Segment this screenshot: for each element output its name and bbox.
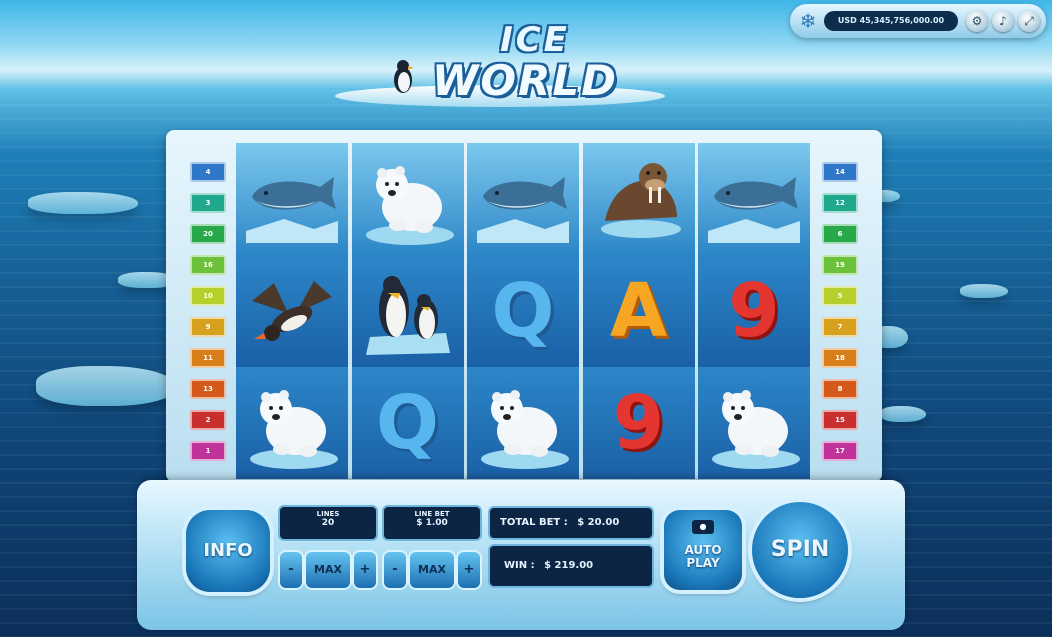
left-payline-tab[interactable]: 20 — [190, 224, 226, 244]
symbol-penguins — [351, 255, 464, 367]
symbol-a: A — [582, 255, 695, 367]
left-payline-tab[interactable]: 1 — [190, 441, 226, 461]
symbol-q: Q — [351, 367, 464, 479]
right-payline-tab[interactable]: 6 — [822, 224, 858, 244]
auto-play-label: AUTO PLAY — [684, 543, 722, 570]
line-bet-value: $ 1.00 — [416, 518, 448, 528]
reel-1 — [236, 143, 348, 479]
bet-minus-button[interactable]: - — [384, 552, 406, 588]
symbol-whale-icon — [477, 177, 569, 243]
logo-line1: ICE — [500, 20, 570, 60]
settings-icon[interactable]: ⚙ — [966, 10, 988, 32]
auto-play-icon: ● — [692, 520, 714, 534]
win-value: $ 219.00 — [544, 560, 594, 571]
symbol-whale — [698, 143, 810, 255]
symbol-q: Q — [467, 255, 579, 367]
line-bet-label: LINE BET — [414, 510, 450, 518]
right-payline-tab[interactable]: 14 — [822, 162, 858, 182]
symbol-a-icon: A — [609, 268, 668, 354]
lines-display: LINES 20 — [280, 507, 376, 539]
symbol-q-icon: Q — [491, 268, 555, 354]
win-display: WIN : $ 219.00 — [490, 546, 652, 586]
line-bet-display: LINE BET $ 1.00 — [384, 507, 480, 539]
symbol-puffin — [236, 255, 348, 367]
symbol-whale-icon — [708, 177, 800, 243]
right-payline-tab[interactable]: 8 — [822, 379, 858, 399]
symbol-9: 9 — [698, 255, 810, 367]
spin-button[interactable]: SPIN — [752, 502, 848, 598]
lines-label: LINES — [316, 510, 340, 518]
symbol-polar-bear-icon — [712, 390, 800, 469]
total-bet-label: TOTAL BET : — [500, 517, 568, 528]
auto-play-button[interactable]: ● AUTO PLAY — [664, 510, 742, 590]
ice-floe — [880, 406, 926, 422]
right-payline-tab[interactable]: 15 — [822, 410, 858, 430]
left-payline-tab[interactable]: 11 — [190, 348, 226, 368]
symbol-9-icon: 9 — [612, 380, 665, 466]
left-payline-tab[interactable]: 9 — [190, 317, 226, 337]
reels-area: QQA99 — [236, 143, 810, 479]
symbol-9: 9 — [582, 367, 695, 479]
top-panel: ❄ USD 45,345,756,000.00 ⚙ ♪ ⤢ — [790, 4, 1046, 38]
lines-value: 20 — [321, 518, 335, 528]
logo-line2: WORLD — [432, 56, 618, 105]
left-payline-tabs: 4 3 20 16 10 9 11 13 2 1 — [190, 162, 226, 472]
symbol-polar-bear — [698, 367, 810, 479]
balance-display: USD 45,345,756,000.00 — [824, 11, 958, 31]
symbol-whale — [467, 143, 579, 255]
symbol-whale — [236, 143, 348, 255]
symbol-whale-icon — [246, 177, 338, 243]
right-payline-tab[interactable]: 12 — [822, 193, 858, 213]
info-button[interactable]: INFO — [186, 510, 270, 592]
ice-floe — [36, 366, 176, 406]
right-payline-tab[interactable]: 17 — [822, 441, 858, 461]
symbol-polar-bear-icon — [365, 166, 454, 245]
right-payline-tab[interactable]: 7 — [822, 317, 858, 337]
lines-plus-button[interactable]: + — [354, 552, 376, 588]
symbol-9-icon: 9 — [728, 268, 780, 354]
reel-5: 9 — [698, 143, 810, 479]
fullscreen-icon[interactable]: ⤢ — [1018, 10, 1040, 32]
left-payline-tab[interactable]: 2 — [190, 410, 226, 430]
snowflake-icon: ❄ — [799, 9, 817, 33]
symbol-polar-bear-icon — [481, 390, 569, 469]
lines-minus-button[interactable]: - — [280, 552, 302, 588]
win-label: WIN : — [504, 560, 535, 571]
symbol-q-icon: Q — [376, 380, 439, 466]
symbol-polar-bear-icon — [250, 390, 338, 469]
lines-max-button[interactable]: MAX — [306, 552, 350, 588]
left-payline-tab[interactable]: 10 — [190, 286, 226, 306]
symbol-penguins-icon — [365, 276, 450, 355]
right-payline-tab[interactable]: 5 — [822, 286, 858, 306]
symbol-polar-bear — [467, 367, 579, 479]
symbol-puffin-icon — [252, 281, 332, 341]
right-payline-tab[interactable]: 19 — [822, 255, 858, 275]
bet-plus-button[interactable]: + — [458, 552, 480, 588]
symbol-polar-bear — [236, 367, 348, 479]
right-payline-tabs: 14 12 6 19 5 7 18 8 15 17 — [822, 162, 858, 472]
left-payline-tab[interactable]: 4 — [190, 162, 226, 182]
game-logo: ICE WORLD — [405, 22, 645, 112]
reel-2: Q — [351, 143, 464, 479]
reel-3: Q — [467, 143, 579, 479]
right-payline-tab[interactable]: 18 — [822, 348, 858, 368]
symbol-walrus — [582, 143, 695, 255]
bet-max-button[interactable]: MAX — [410, 552, 454, 588]
total-bet-value: $ 20.00 — [577, 517, 620, 528]
ice-floe — [28, 192, 138, 214]
sound-icon[interactable]: ♪ — [992, 10, 1014, 32]
symbol-walrus-icon — [600, 163, 681, 238]
left-payline-tab[interactable]: 13 — [190, 379, 226, 399]
symbol-polar-bear — [351, 143, 464, 255]
reel-4: A9 — [582, 143, 695, 479]
left-payline-tab[interactable]: 3 — [190, 193, 226, 213]
left-payline-tab[interactable]: 16 — [190, 255, 226, 275]
total-bet-display: TOTAL BET : $ 20.00 — [490, 508, 652, 538]
ice-floe — [960, 284, 1008, 298]
